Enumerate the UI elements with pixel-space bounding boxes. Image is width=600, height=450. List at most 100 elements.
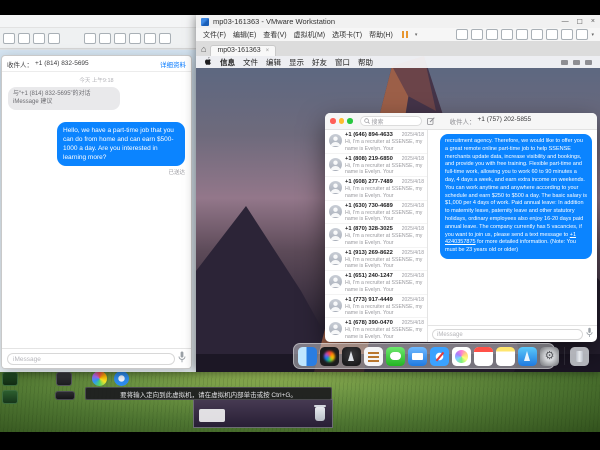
toolbar-icon[interactable] [18, 33, 30, 44]
secondary-titlebar[interactable] [0, 15, 196, 28]
dock-messages-icon[interactable] [386, 347, 405, 366]
contact-avatar [329, 275, 342, 288]
toolbar-icon[interactable] [144, 33, 156, 44]
conversation-list-item[interactable]: +1 (913) 269-86222025/4/18 Hi, I'm a rec… [325, 248, 427, 272]
dock-mail-icon[interactable] [408, 347, 427, 366]
toolbar-icon[interactable] [561, 29, 573, 40]
minimize-traffic-light[interactable] [339, 118, 345, 124]
dock-trash-icon[interactable] [570, 347, 589, 366]
status-icon[interactable] [573, 60, 580, 65]
toolbar-icon[interactable] [576, 29, 588, 40]
conversation-date: 2025/4/18 [400, 203, 424, 209]
trash-icon[interactable] [315, 407, 325, 421]
apple-menu-icon[interactable] [204, 57, 212, 68]
conversation-date: 2025/4/18 [400, 132, 424, 138]
conversation-list-item[interactable]: +1 (608) 277-74892025/4/18 Hi, I'm a rec… [325, 177, 427, 201]
toolbar-icon[interactable] [546, 29, 558, 40]
maximize-button[interactable]: ☐ [577, 18, 583, 26]
host-safari-icon[interactable] [114, 371, 129, 386]
contact-number: +1 (651) 240-1247 [345, 273, 393, 279]
app-menu-messages[interactable]: 信息 [220, 57, 235, 68]
dock-contacts-icon[interactable] [364, 347, 383, 366]
zoom-traffic-light[interactable] [347, 118, 353, 124]
minimize-button[interactable]: — [562, 18, 569, 26]
conversation-preview: Hi, I'm a recruiter at SSENSE, my name i… [345, 280, 424, 293]
host-color-wheel-icon[interactable] [92, 371, 107, 386]
macos-dock: ⚙ [293, 343, 555, 369]
conversation-list-item[interactable]: +1 (646) 894-46332025/4/18 Hi, I'm a rec… [325, 130, 427, 154]
toolbar-icon[interactable] [516, 29, 528, 40]
host-terminal-icon-2[interactable] [2, 390, 18, 404]
conversation-list-item[interactable]: +1 (870) 328-30252025/4/18 Hi, I'm a rec… [325, 224, 427, 248]
messages-toolbar: 搜索 收件人： +1 (757) 202-5855 [325, 113, 597, 130]
toolbar-icon[interactable] [501, 29, 513, 40]
toolbar-icon[interactable] [159, 33, 171, 44]
toolbar-icon[interactable] [99, 33, 111, 44]
dock-safari-icon[interactable] [430, 347, 449, 366]
close-button[interactable]: × [591, 18, 595, 26]
details-link[interactable]: 详细资料 [160, 59, 186, 69]
menu-file[interactable]: 文件(F) [203, 30, 226, 40]
microphone-icon[interactable] [586, 325, 593, 342]
toolbar-icon[interactable] [471, 29, 483, 40]
home-tab-icon[interactable]: ⌂ [201, 43, 206, 56]
mac-menu-buddies[interactable]: 好友 [312, 57, 327, 68]
mac-menu-edit[interactable]: 编辑 [266, 57, 281, 68]
menu-vm[interactable]: 虚拟机(M) [294, 30, 326, 40]
dock-app-store-icon[interactable] [518, 347, 537, 366]
menubar-status-icons [561, 60, 592, 65]
dock-calendar-icon[interactable] [474, 347, 493, 366]
minimized-vm-window[interactable] [193, 399, 333, 428]
pause-dropdown-icon[interactable]: ▾ [415, 32, 418, 38]
to-field[interactable]: 收件人： +1 (757) 202-5855 [450, 116, 532, 126]
host-app-icon[interactable] [56, 372, 72, 386]
conversation-list-item[interactable]: +1 (773) 917-44492025/4/18 Hi, I'm a rec… [325, 295, 427, 319]
conversation-list-item[interactable]: +1 (678) 390-04702025/4/18 Hi, I'm a rec… [325, 318, 427, 342]
chat-transcript: 今天 上午9:18 与“+1 (814) 832-5695”的对话 iMessa… [2, 72, 191, 180]
menu-bar: 文件(F) 编辑(E) 查看(V) 虚拟机(M) 选项卡(T) 帮助(H) ▾ … [196, 28, 600, 41]
mac-menu-file[interactable]: 文件 [243, 57, 258, 68]
menu-help[interactable]: 帮助(H) [369, 30, 393, 40]
conversation-list-item[interactable]: +1 (808) 219-68502025/4/18 Hi, I'm a rec… [325, 154, 427, 178]
toolbar-icon[interactable] [114, 33, 126, 44]
dock-launchpad-icon[interactable] [342, 347, 361, 366]
mac-menu-window[interactable]: 窗口 [335, 57, 350, 68]
window-titlebar[interactable]: mp03-161363 - VMware Workstation — ☐ × [196, 15, 600, 28]
status-icon[interactable] [561, 60, 568, 65]
menu-edit[interactable]: 编辑(E) [233, 30, 256, 40]
recipient-number: +1 (757) 202-5855 [478, 116, 532, 126]
menu-view[interactable]: 查看(V) [263, 30, 286, 40]
toolbar-icon[interactable] [531, 29, 543, 40]
microphone-icon[interactable] [178, 350, 186, 368]
dock-finder-icon[interactable] [298, 347, 317, 366]
dock-photos-icon[interactable] [452, 347, 471, 366]
toolbar-icon[interactable] [48, 33, 60, 44]
dock-system-preferences-icon[interactable]: ⚙ [540, 347, 559, 366]
vm-pause-button[interactable] [402, 31, 408, 38]
mac-menu-help[interactable]: 帮助 [358, 57, 373, 68]
toolbar-icon[interactable] [486, 29, 498, 40]
host-terminal-icon[interactable] [2, 372, 18, 386]
imessage-input[interactable]: iMessage [432, 329, 583, 340]
conversation-header: 收件人： +1 (814) 832-5695 详细资料 [2, 56, 191, 72]
toolbar-caret-icon[interactable]: ▾ [591, 32, 594, 38]
toolbar-icon[interactable] [129, 33, 141, 44]
host-keyboard-icon[interactable] [55, 391, 75, 400]
tab-close-icon[interactable]: × [266, 48, 270, 54]
toolbar-icon[interactable] [3, 33, 15, 44]
status-icon[interactable] [585, 60, 592, 65]
dock-notes-icon[interactable] [496, 347, 515, 366]
toolbar-icon[interactable] [456, 29, 468, 40]
toolbar-icon[interactable] [33, 33, 45, 44]
conversation-list-item[interactable]: +1 (630) 730-46892025/4/18 Hi, I'm a rec… [325, 201, 427, 225]
menu-tabs[interactable]: 选项卡(T) [332, 30, 362, 40]
imessage-input[interactable]: iMessage [7, 353, 175, 365]
dock-siri-icon[interactable] [320, 347, 339, 366]
compose-icon[interactable] [427, 117, 435, 125]
close-traffic-light[interactable] [330, 118, 336, 124]
toolbar-icon[interactable] [84, 33, 96, 44]
conversation-list-item[interactable]: +1 (651) 240-12472025/4/18 Hi, I'm a rec… [325, 271, 427, 295]
vm-tab[interactable]: mp03-161363 × [210, 45, 276, 56]
mac-menu-view[interactable]: 显示 [289, 57, 304, 68]
search-input[interactable]: 搜索 [360, 116, 422, 126]
